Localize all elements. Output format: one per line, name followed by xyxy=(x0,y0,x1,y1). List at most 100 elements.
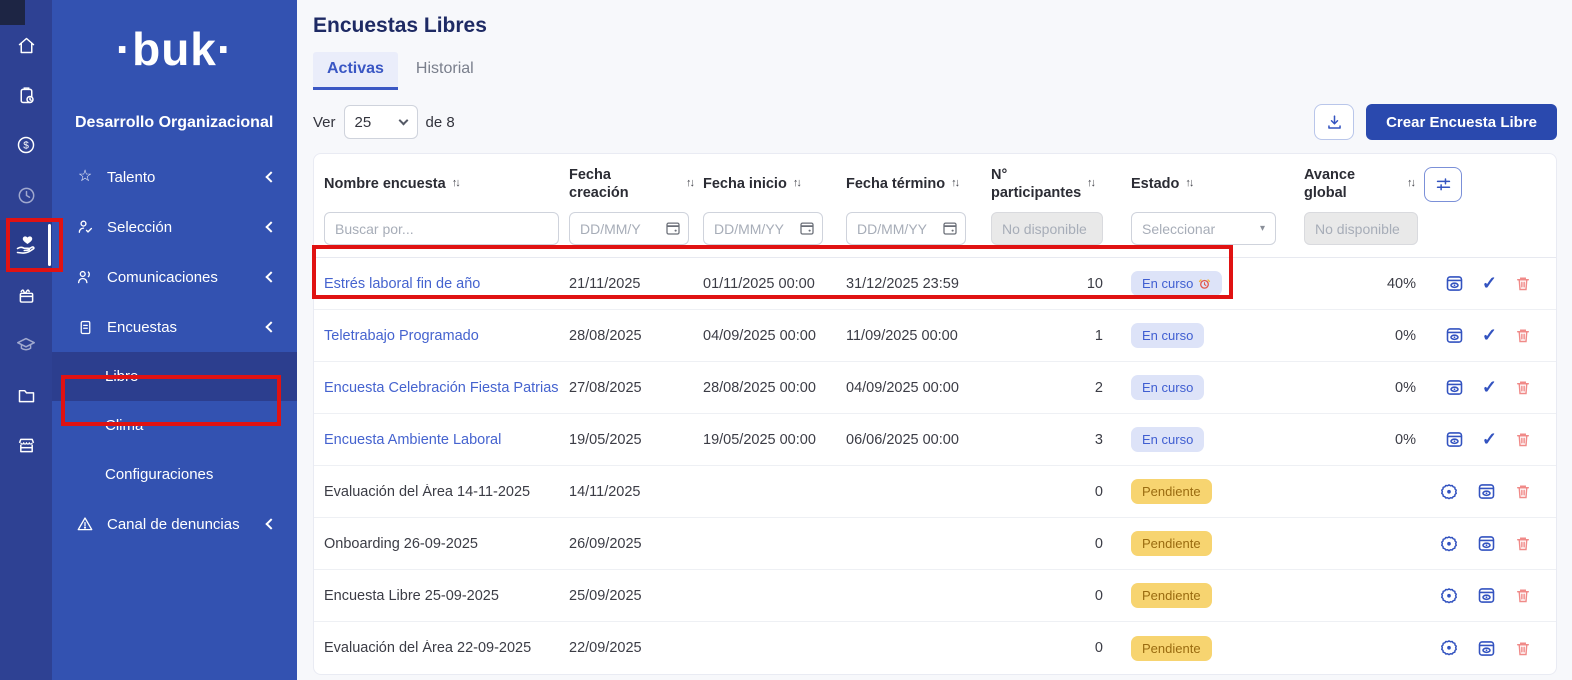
settings-gear-button[interactable] xyxy=(1439,534,1459,554)
col-header-nombre: Nombre encuesta↑↓ xyxy=(314,175,569,193)
col-header-fecha-inicio: Fecha inicio↑↓ xyxy=(703,175,846,193)
create-survey-button[interactable]: Crear Encuesta Libre xyxy=(1366,104,1557,140)
preview-eye-button[interactable] xyxy=(1476,638,1497,659)
col-header-avance: Avance global↑↓ xyxy=(1304,166,1424,202)
preview-eye-button[interactable] xyxy=(1444,429,1465,450)
column-settings-button[interactable] xyxy=(1424,167,1462,202)
delete-trash-button[interactable] xyxy=(1514,430,1532,449)
sidebar-item-encuestas[interactable]: Encuestas xyxy=(52,302,297,352)
sort-icon[interactable]: ↑↓ xyxy=(793,177,800,191)
surveys-table: Nombre encuesta↑↓ Fecha creación↑↓ Fecha… xyxy=(313,153,1557,675)
participantes-cell: 10 xyxy=(991,276,1131,292)
person-announce-icon xyxy=(75,268,95,286)
survey-name-link[interactable]: Teletrabajo Programado xyxy=(314,328,569,344)
survey-name-text: Encuesta Libre 25-09-2025 xyxy=(314,588,569,604)
sidebar-item-seleccion[interactable]: Selección xyxy=(52,202,297,252)
survey-name-link[interactable]: Encuesta Ambiente Laboral xyxy=(314,432,569,448)
survey-name-text: Evaluación del Área 14-11-2025 xyxy=(314,484,569,500)
settings-gear-button[interactable] xyxy=(1439,586,1459,606)
calendar-icon xyxy=(941,219,959,237)
approve-check-icon[interactable]: ✓ xyxy=(1482,377,1497,398)
time-clock-icon[interactable] xyxy=(0,170,52,220)
delete-trash-button[interactable] xyxy=(1514,378,1532,397)
settings-gear-button[interactable] xyxy=(1439,638,1459,658)
download-icon xyxy=(1325,113,1344,132)
buk-logo: ·buk· xyxy=(52,22,297,76)
preview-eye-button[interactable] xyxy=(1444,273,1465,294)
sidebar-item-talento[interactable]: ☆ Talento xyxy=(52,152,297,202)
table-row[interactable]: Encuesta Libre 25-09-2025 25/09/2025 0 P… xyxy=(314,570,1556,622)
table-row[interactable]: Estrés laboral fin de año 21/11/2025 01/… xyxy=(314,258,1556,310)
table-header-row: Nombre encuesta↑↓ Fecha creación↑↓ Fecha… xyxy=(314,154,1556,202)
document-icon xyxy=(75,319,95,336)
approve-check-icon[interactable]: ✓ xyxy=(1482,325,1497,346)
sidebar-item-canal-denuncias[interactable]: Canal de denuncias xyxy=(52,499,297,549)
marketplace-storefront-icon[interactable] xyxy=(0,420,52,470)
preview-eye-button[interactable] xyxy=(1476,533,1497,554)
page-size-select[interactable]: 25 xyxy=(344,105,418,139)
clipboard-clock-icon[interactable] xyxy=(0,70,52,120)
preview-eye-button[interactable] xyxy=(1444,325,1465,346)
delete-trash-button[interactable] xyxy=(1514,274,1532,293)
module-title: Desarrollo Organizacional xyxy=(75,114,297,132)
estado-filter-select[interactable]: Seleccionar▾ xyxy=(1131,212,1276,245)
sort-icon[interactable]: ↑↓ xyxy=(686,177,693,191)
tab-historial[interactable]: Historial xyxy=(402,52,488,90)
documents-folder-icon[interactable] xyxy=(0,370,52,420)
sort-icon[interactable]: ↑↓ xyxy=(1407,177,1414,191)
table-row[interactable]: Evaluación del Área 14-11-2025 14/11/202… xyxy=(314,466,1556,518)
survey-name-text: Evaluación del Área 22-09-2025 xyxy=(314,640,569,656)
status-badge: Pendiente xyxy=(1131,531,1212,556)
preview-eye-button[interactable] xyxy=(1444,377,1465,398)
sort-icon[interactable]: ↑↓ xyxy=(1087,177,1094,191)
preview-eye-button[interactable] xyxy=(1476,481,1497,502)
sidebar-item-clima[interactable]: Clima xyxy=(52,401,297,450)
col-header-estado: Estado↑↓ xyxy=(1131,175,1304,193)
delete-trash-button[interactable] xyxy=(1514,586,1532,605)
table-row[interactable]: Teletrabajo Programado 28/08/2025 04/09/… xyxy=(314,310,1556,362)
delete-trash-button[interactable] xyxy=(1514,534,1532,553)
sort-icon[interactable]: ↑↓ xyxy=(1185,177,1192,191)
preview-eye-button[interactable] xyxy=(1476,585,1497,606)
sidebar-item-configuraciones[interactable]: Configuraciones xyxy=(52,450,297,499)
download-button[interactable] xyxy=(1314,104,1354,140)
tab-activas[interactable]: Activas xyxy=(313,52,398,90)
survey-name-text: Onboarding 26-09-2025 xyxy=(314,536,569,552)
toolbar: Crear Encuesta Libre xyxy=(1314,104,1557,140)
sidebar-item-libre[interactable]: Libre xyxy=(52,352,297,401)
tab-bar: Activas Historial xyxy=(313,52,1557,90)
approve-check-icon[interactable]: ✓ xyxy=(1482,429,1497,450)
col-header-participantes: N° participantes↑↓ xyxy=(991,166,1131,202)
benefits-box-icon[interactable] xyxy=(0,270,52,320)
settings-gear-button[interactable] xyxy=(1439,482,1459,502)
app-window: $ ·buk· Desarrollo Organizaciona xyxy=(0,0,1572,680)
table-row[interactable]: Evaluación del Área 22-09-2025 22/09/202… xyxy=(314,622,1556,674)
pager-label: Ver xyxy=(313,114,336,131)
survey-name-link[interactable]: Encuesta Celebración Fiesta Patrias xyxy=(314,380,569,396)
status-badge: Pendiente xyxy=(1131,479,1212,504)
sidebar: ·buk· Desarrollo Organizacional ☆ Talent… xyxy=(52,0,297,680)
approve-check-icon[interactable]: ✓ xyxy=(1482,273,1497,294)
alarm-clock-icon xyxy=(1198,277,1211,290)
sort-icon[interactable]: ↑↓ xyxy=(951,177,958,191)
survey-name-link[interactable]: Estrés laboral fin de año xyxy=(314,276,569,292)
benefits-hand-heart-icon[interactable] xyxy=(0,220,52,270)
sliders-icon xyxy=(1434,175,1453,194)
status-badge: Pendiente xyxy=(1131,636,1212,661)
table-row[interactable]: Encuesta Ambiente Laboral 19/05/2025 19/… xyxy=(314,414,1556,466)
filter-row: Seleccionar▾ xyxy=(314,212,1556,258)
chevron-left-icon xyxy=(265,321,276,332)
status-badge: En curso xyxy=(1131,323,1204,348)
delete-trash-button[interactable] xyxy=(1514,326,1532,345)
learning-graduation-icon[interactable] xyxy=(0,320,52,370)
sort-icon[interactable]: ↑↓ xyxy=(452,177,459,191)
delete-trash-button[interactable] xyxy=(1514,482,1532,501)
payroll-dollar-icon[interactable]: $ xyxy=(0,120,52,170)
calendar-icon xyxy=(664,219,682,237)
delete-trash-button[interactable] xyxy=(1514,639,1532,658)
search-input[interactable] xyxy=(324,212,559,245)
sidebar-item-comunicaciones[interactable]: Comunicaciones xyxy=(52,252,297,302)
home-icon[interactable] xyxy=(0,20,52,70)
table-row[interactable]: Encuesta Celebración Fiesta Patrias 27/0… xyxy=(314,362,1556,414)
table-row[interactable]: Onboarding 26-09-2025 26/09/2025 0 Pendi… xyxy=(314,518,1556,570)
